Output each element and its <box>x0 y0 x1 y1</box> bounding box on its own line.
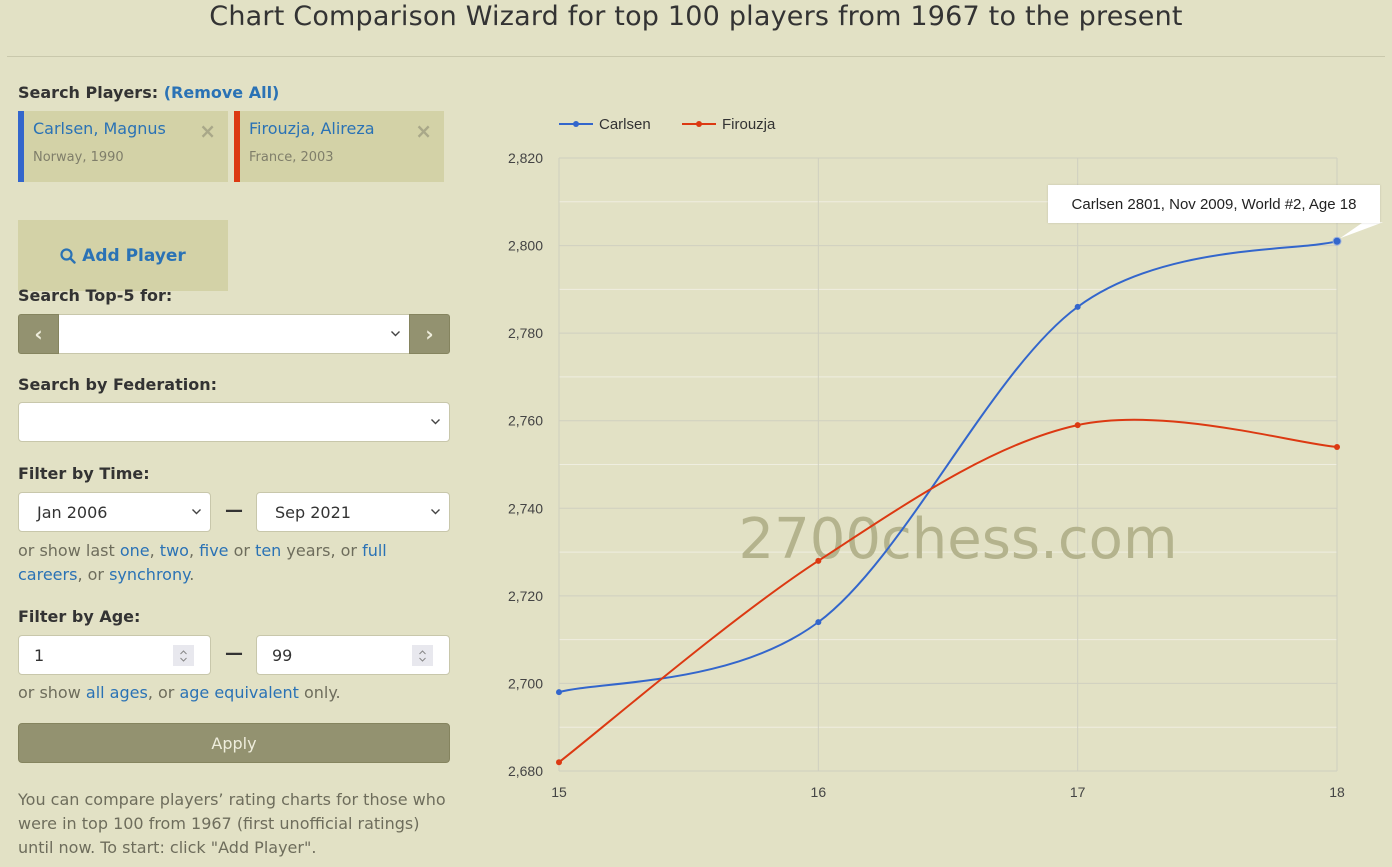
x-tick-label: 18 <box>1329 784 1345 800</box>
player-meta: Norway, 1990 <box>33 150 124 165</box>
last-ten-years-link[interactable]: ten <box>255 541 281 560</box>
chevron-down-icon <box>431 418 440 425</box>
time-from-select[interactable]: Jan 2006 <box>18 492 211 532</box>
data-point-firouzja <box>1334 443 1340 450</box>
player-card-firouzja: Firouzja, Alireza France, 2003 × <box>234 111 444 182</box>
title-divider <box>7 56 1385 57</box>
time-to-value: Sep 2021 <box>275 502 351 522</box>
hint-text: or <box>228 541 256 560</box>
top5-control: ‹ › <box>18 314 450 354</box>
add-player-button[interactable]: Add Player <box>18 220 228 291</box>
hint-text: , or <box>147 683 180 702</box>
tooltip-pointer <box>1340 222 1383 239</box>
remove-player-icon[interactable]: × <box>415 119 432 143</box>
federation-label: Search by Federation: <box>18 375 217 394</box>
page-title: Chart Comparison Wizard for top 100 play… <box>209 1 1183 32</box>
chevron-right-icon: › <box>425 322 434 346</box>
age-equivalent-link[interactable]: age equivalent <box>179 683 298 702</box>
y-tick-label: 2,780 <box>508 325 543 341</box>
age-to-value: 99 <box>272 645 293 665</box>
top5-select[interactable] <box>59 314 409 354</box>
x-tick-label: 17 <box>1070 784 1086 800</box>
chevron-down-icon <box>391 330 400 337</box>
player-color-bar <box>234 111 240 182</box>
player-name-link[interactable]: Carlsen, Magnus <box>33 119 166 138</box>
y-tick-label: 2,720 <box>508 588 543 604</box>
data-point-firouzja <box>1074 422 1081 429</box>
all-ages-link[interactable]: all ages <box>86 683 148 702</box>
last-two-years-link[interactable]: two <box>160 541 189 560</box>
legend-swatch-dot <box>573 121 579 127</box>
highlighted-point <box>1332 236 1342 246</box>
y-tick-label: 2,740 <box>508 500 543 516</box>
age-to-spinner[interactable] <box>412 645 433 666</box>
hint-text: , <box>188 541 200 560</box>
spinner-arrows-icon <box>419 649 426 662</box>
data-point-firouzja <box>815 557 822 564</box>
synchrony-link[interactable]: synchrony <box>109 565 189 584</box>
x-tick-label: 16 <box>811 784 827 800</box>
last-five-years-link[interactable]: five <box>199 541 228 560</box>
chevron-left-icon: ‹ <box>34 322 43 346</box>
data-point-firouzja <box>556 759 562 766</box>
next-button[interactable]: › <box>409 314 450 354</box>
age-from-spinner[interactable] <box>173 645 194 666</box>
legend-label: Firouzja <box>722 116 776 133</box>
intro-text: You can compare players’ rating charts f… <box>18 790 446 857</box>
age-from-input[interactable]: 1 <box>18 635 211 675</box>
hint-text: , or <box>77 565 110 584</box>
hint-text: . <box>189 565 195 584</box>
x-tick-label: 15 <box>551 784 567 800</box>
remove-all-link[interactable]: (Remove All) <box>164 83 280 102</box>
time-to-select[interactable]: Sep 2021 <box>256 492 450 532</box>
legend-swatch-dot <box>696 121 702 127</box>
data-point-carlsen <box>556 689 562 696</box>
time-from-value: Jan 2006 <box>37 502 108 522</box>
hint-text: or show <box>18 683 86 702</box>
player-card-carlsen: Carlsen, Magnus Norway, 1990 × <box>18 111 228 182</box>
search-players-text: Search Players: <box>18 83 159 102</box>
age-filter-label: Filter by Age: <box>18 607 141 626</box>
player-name-link[interactable]: Firouzja, Alireza <box>249 119 375 138</box>
legend-label: Carlsen <box>599 116 651 133</box>
hint-text: or show last <box>18 541 120 560</box>
y-tick-label: 2,700 <box>508 675 543 691</box>
range-dash: — <box>225 500 243 521</box>
chevron-down-icon <box>431 508 440 515</box>
player-meta: France, 2003 <box>249 150 334 165</box>
y-tick-label: 2,800 <box>508 238 543 254</box>
y-tick-label: 2,820 <box>508 150 543 166</box>
series-line-carlsen <box>558 240 1338 694</box>
time-filter-label: Filter by Time: <box>18 464 150 483</box>
spinner-arrows-icon <box>180 649 187 662</box>
time-hint: or show last one, two, five or ten years… <box>18 539 450 587</box>
hint-text: only. <box>298 683 341 702</box>
age-from-value: 1 <box>34 645 45 665</box>
search-players-label: Search Players: (Remove All) <box>18 83 279 102</box>
hint-text: years, or <box>281 541 363 560</box>
data-point-carlsen <box>1074 303 1081 310</box>
player-color-bar <box>18 111 24 182</box>
hint-text: , <box>149 541 160 560</box>
series-line-firouzja <box>558 418 1338 764</box>
watermark: 2700chess.com <box>738 507 1177 572</box>
chart-tooltip: Carlsen 2801, Nov 2009, World #2, Age 18 <box>1048 185 1380 223</box>
add-player-label: Add Player <box>82 245 186 266</box>
range-dash: — <box>225 643 243 664</box>
y-tick-label: 2,760 <box>508 413 543 429</box>
chevron-down-icon <box>192 508 201 515</box>
search-icon <box>60 247 76 264</box>
y-tick-label: 2,680 <box>508 763 543 779</box>
age-hint: or show all ages, or age equivalent only… <box>18 681 341 705</box>
apply-button[interactable]: Apply <box>18 723 450 763</box>
data-point-carlsen <box>815 619 822 626</box>
last-one-year-link[interactable]: one <box>120 541 150 560</box>
prev-button[interactable]: ‹ <box>18 314 59 354</box>
top5-label: Search Top-5 for: <box>18 286 173 305</box>
federation-select[interactable] <box>18 402 450 442</box>
remove-player-icon[interactable]: × <box>199 119 216 143</box>
age-to-input[interactable]: 99 <box>256 635 450 675</box>
